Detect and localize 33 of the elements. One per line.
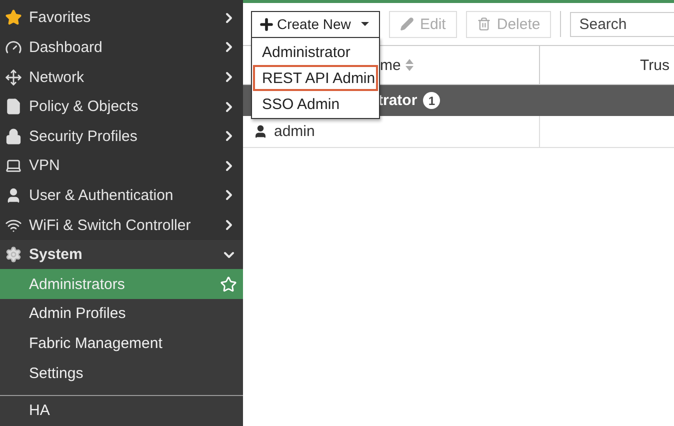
- star-icon: [5, 9, 22, 26]
- sidebar-item[interactable]: Favorites: [0, 3, 243, 33]
- sidebar-subitem[interactable]: Settings: [0, 358, 243, 388]
- sidebar-item[interactable]: VPN: [0, 151, 243, 181]
- sidebar-item[interactable]: WiFi & Switch Controller: [0, 210, 243, 240]
- sidebar-subitem[interactable]: Admin Profiles: [0, 299, 243, 329]
- column-header[interactable]: Trus: [540, 46, 674, 84]
- move-icon: [5, 68, 22, 86]
- search-field[interactable]: Search: [570, 12, 674, 36]
- sidebar-item[interactable]: Network: [0, 62, 243, 92]
- lock-icon: [5, 128, 22, 145]
- create-new-button[interactable]: Create New: [251, 10, 380, 38]
- sort-icon: [404, 58, 414, 72]
- sidebar-item[interactable]: System: [0, 240, 243, 270]
- user-icon: [253, 124, 268, 139]
- sidebar-item[interactable]: Security Profiles: [0, 121, 243, 152]
- document-icon: [5, 98, 22, 116]
- settings-icon: [5, 246, 22, 264]
- sidebar-item[interactable]: User & Authentication: [0, 180, 243, 210]
- user-icon: [5, 186, 22, 204]
- sidebar-item[interactable]: Dashboard: [0, 32, 243, 62]
- sidebar-subitem[interactable]: Fabric Management: [0, 328, 243, 358]
- caret-icon: [358, 20, 371, 28]
- trash-icon: [476, 17, 491, 31]
- star-icon[interactable]: [220, 276, 237, 293]
- sidebar-item[interactable]: Policy & Objects: [0, 92, 243, 122]
- count-badge: 1: [423, 92, 440, 109]
- menu-item[interactable]: REST API Admin: [253, 65, 378, 91]
- pencil-icon: [400, 17, 414, 31]
- menu-item[interactable]: SSO Admin: [253, 91, 378, 117]
- laptop-icon: [5, 157, 22, 174]
- gauge-icon: [5, 38, 22, 56]
- plus-icon: [258, 16, 275, 32]
